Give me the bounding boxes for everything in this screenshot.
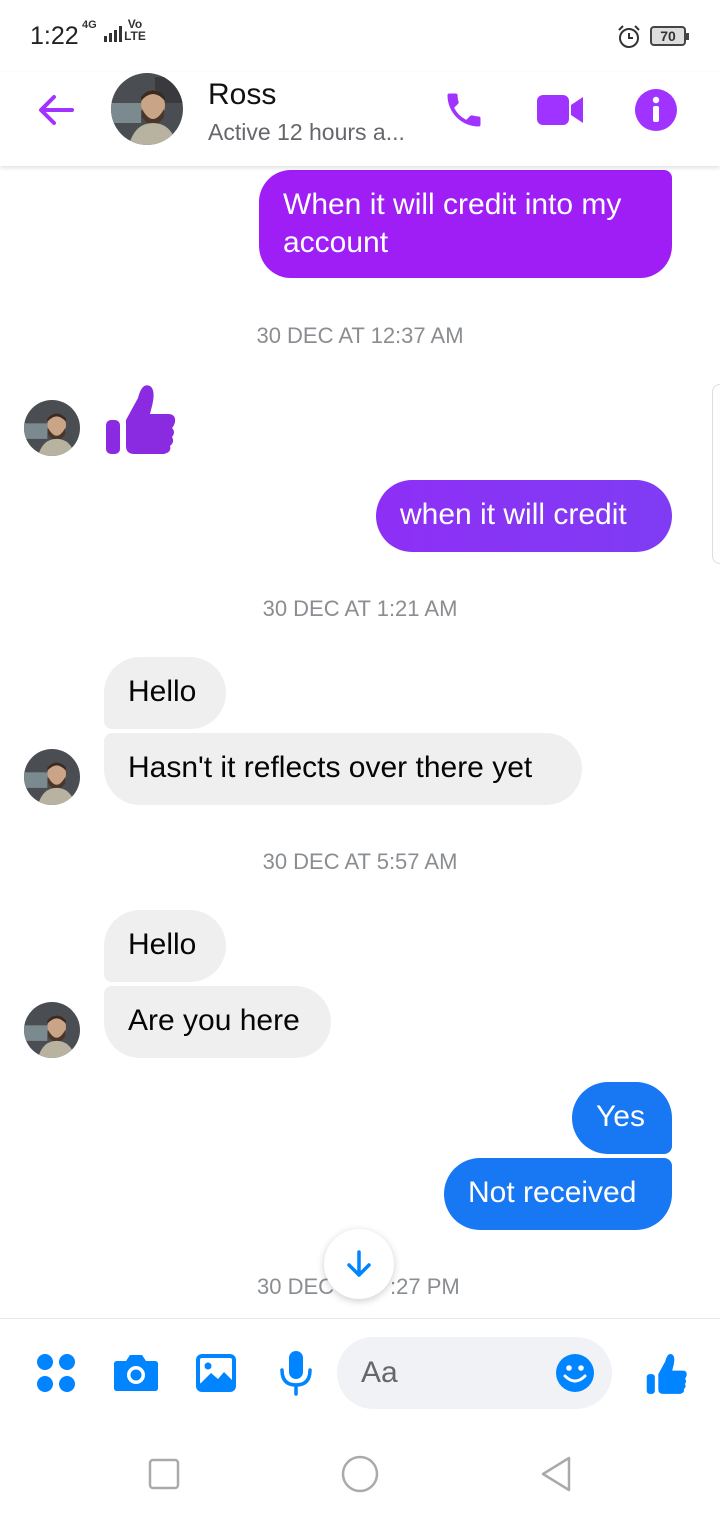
message-text: Not received [468,1176,637,1209]
timestamp: :27 PM [390,1274,460,1299]
timestamp: 30 DEC AT 1:21 AM [262,596,458,621]
alarm-icon [618,25,640,48]
incoming-message[interactable]: Hasn't it reflects over there yet [104,733,582,805]
message-text: Hasn't it reflects over there yet [128,751,533,784]
scrollbar[interactable] [712,384,720,564]
avatar-photo [24,400,80,456]
contact-name[interactable]: Ross [208,78,276,112]
info-icon [635,89,677,131]
chat-header: Ross Active 12 hours a... [0,72,720,166]
four-dots-icon [37,1354,75,1392]
send-like-button[interactable] [643,1349,691,1397]
video-camera-icon [537,95,583,125]
message-input-placeholder: Aa [361,1356,398,1389]
triangle-back-icon [541,1456,571,1492]
emoji-icon[interactable] [555,1353,595,1393]
arrow-down-icon [347,1250,371,1277]
outgoing-message[interactable]: Yes [572,1082,672,1154]
more-actions-button[interactable] [32,1349,80,1397]
volte-indicator: Vo LTE [124,17,146,43]
system-navigation-bar [0,1430,720,1520]
message-text: Hello [128,928,197,961]
camera-button[interactable] [112,1349,160,1397]
incoming-message[interactable]: Are you here [104,986,331,1058]
sender-avatar[interactable] [24,1002,80,1058]
timestamp: 30 DEC [257,1274,335,1299]
message-text: Are you here [128,1004,300,1037]
message-text: When it will credit into my [283,188,622,221]
contact-avatar[interactable] [111,73,183,145]
image-icon [196,1354,236,1392]
message-list[interactable]: When it will credit into my account 30 D… [0,166,720,1318]
gallery-button[interactable] [192,1349,240,1397]
status-time: 1:22 [30,22,79,50]
outgoing-message[interactable]: When it will credit into my account [259,170,672,278]
voice-call-button[interactable] [440,86,488,134]
avatar-photo [24,749,80,805]
scroll-to-bottom-button[interactable] [324,1229,394,1299]
incoming-message[interactable]: Hello [104,910,226,982]
voice-message-button[interactable] [272,1349,320,1397]
thumbs-up-icon [646,1354,687,1394]
microphone-icon [280,1351,312,1396]
square-icon [148,1458,180,1490]
home-button[interactable] [338,1452,382,1496]
avatar-photo [111,73,183,145]
message-text: Hello [128,675,197,708]
thumbs-up-sticker-icon[interactable] [104,380,178,456]
contact-active-status: Active 12 hours a... [208,119,405,145]
circle-icon [341,1455,379,1493]
camera-icon [114,1355,158,1391]
back-arrow-icon [39,95,74,125]
message-text: Yes [596,1100,645,1133]
outgoing-message[interactable]: when it will credit [376,480,672,552]
message-input[interactable]: Aa [337,1337,612,1409]
timestamp: 30 DEC AT 12:37 AM [256,323,464,348]
video-call-button[interactable] [536,86,584,134]
message-text: account [283,226,389,259]
status-bar: 1:22 4G Vo LTE 70 [0,0,720,72]
recent-apps-button[interactable] [142,1452,186,1496]
back-button[interactable] [34,88,78,132]
back-nav-button[interactable] [534,1452,578,1496]
outgoing-message[interactable]: Not received [444,1158,672,1230]
sender-avatar[interactable] [24,749,80,805]
info-button[interactable] [632,86,680,134]
sender-avatar[interactable] [24,400,80,456]
avatar-photo [24,1002,80,1058]
incoming-message[interactable]: Hello [104,657,226,729]
message-text: when it will credit [400,498,627,531]
network-type: 4G [82,19,97,31]
phone-icon [447,93,481,127]
timestamp: 30 DEC AT 5:57 AM [262,849,458,874]
battery-indicator: 70 [650,26,689,46]
message-composer: Aa [0,1318,720,1430]
